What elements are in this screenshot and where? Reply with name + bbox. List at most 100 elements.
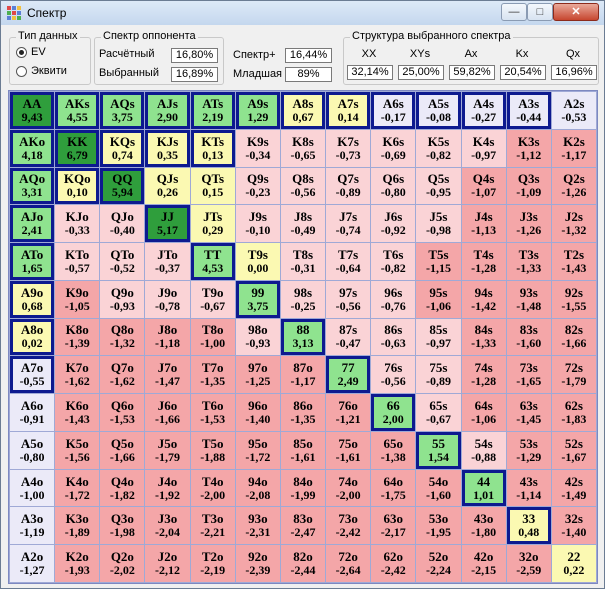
hand-cell[interactable]: 52s -1,67 [551, 431, 596, 469]
hand-cell[interactable]: J9s -0,10 [235, 205, 280, 243]
hand-cell[interactable]: Q2s -1,26 [551, 167, 596, 205]
hand-cell[interactable]: A6s -0,17 [371, 92, 416, 129]
hand-cell[interactable]: 54s -0,88 [461, 431, 506, 469]
hand-cell[interactable]: K6s -0,69 [371, 129, 416, 167]
hand-cell[interactable]: 93o -2,31 [235, 507, 280, 545]
hand-cell[interactable]: T9o -0,67 [190, 280, 235, 318]
hand-cell[interactable]: 72o -2,64 [326, 545, 371, 582]
hand-cell[interactable]: AQs 3,75 [100, 92, 145, 129]
hand-cell[interactable]: J3s -1,26 [506, 205, 551, 243]
hand-cell[interactable]: Q7o -1,62 [100, 356, 145, 394]
hand-cell[interactable]: AJs 2,90 [145, 92, 190, 129]
hand-cell[interactable]: T5s -1,15 [416, 243, 461, 280]
hand-cell[interactable]: J5o -1,79 [145, 431, 190, 469]
hand-cell[interactable]: 32o -2,59 [506, 545, 551, 582]
hand-cell[interactable]: KTs 0,13 [190, 129, 235, 167]
hand-cell[interactable]: 75o -1,61 [326, 431, 371, 469]
hand-cell[interactable]: ATo 1,65 [10, 243, 55, 280]
hand-cell[interactable]: A6o -0,91 [10, 394, 55, 431]
hand-cell[interactable]: 65o -1,38 [371, 431, 416, 469]
hand-cell[interactable]: J2s -1,32 [551, 205, 596, 243]
hand-cell[interactable]: 95o -1,72 [235, 431, 280, 469]
hand-cell[interactable]: A2s -0,53 [551, 92, 596, 129]
hand-cell[interactable]: 84o -1,99 [280, 469, 326, 507]
hand-cell[interactable]: A7s 0,14 [326, 92, 371, 129]
hand-cell[interactable]: KTo -0,57 [55, 243, 100, 280]
hand-cell[interactable]: K6o -1,43 [55, 394, 100, 431]
hand-cell[interactable]: KK 6,79 [55, 129, 100, 167]
hand-cell[interactable]: T6o -1,53 [190, 394, 235, 431]
hand-cell[interactable]: 99 3,75 [235, 280, 280, 318]
hand-cell[interactable]: A9o 0,68 [10, 280, 55, 318]
hand-cell[interactable]: QQ 5,94 [100, 167, 145, 205]
hand-cell[interactable]: Q4s -1,07 [461, 167, 506, 205]
hand-cell[interactable]: 85s -0,97 [416, 318, 461, 356]
hand-cell[interactable]: T7o -1,35 [190, 356, 235, 394]
hand-cell[interactable]: A4o -1,00 [10, 469, 55, 507]
hand-cell[interactable]: TT 4,53 [190, 243, 235, 280]
hand-cell[interactable]: 72s -1,79 [551, 356, 596, 394]
hand-cell[interactable]: J3o -2,04 [145, 507, 190, 545]
hand-cell[interactable]: 98o -0,93 [235, 318, 280, 356]
hand-cell[interactable]: 54o -1,60 [416, 469, 461, 507]
hand-cell[interactable]: J7s -0,74 [326, 205, 371, 243]
hand-cell[interactable]: AKo 4,18 [10, 129, 55, 167]
hand-cell[interactable]: A2o -1,27 [10, 545, 55, 582]
hand-cell[interactable]: 42s -1,49 [551, 469, 596, 507]
hand-cell[interactable]: 65s -0,67 [416, 394, 461, 431]
hand-cell[interactable]: K8o -1,39 [55, 318, 100, 356]
hand-cell[interactable]: 94o -2,08 [235, 469, 280, 507]
hand-cell[interactable]: 85o -1,61 [280, 431, 326, 469]
hand-cell[interactable]: K8s -0,65 [280, 129, 326, 167]
hand-cell[interactable]: 76o -1,21 [326, 394, 371, 431]
hand-cell[interactable]: T2s -1,43 [551, 243, 596, 280]
hand-cell[interactable]: T4s -1,28 [461, 243, 506, 280]
hand-cell[interactable]: A5o -0,80 [10, 431, 55, 469]
hand-cell[interactable]: J4s -1,13 [461, 205, 506, 243]
hand-cell[interactable]: 66 2,00 [371, 394, 416, 431]
hand-cell[interactable]: T5o -1,88 [190, 431, 235, 469]
hand-cell[interactable]: 63o -2,17 [371, 507, 416, 545]
hand-cell[interactable]: T3s -1,33 [506, 243, 551, 280]
hand-cell[interactable]: Q5o -1,66 [100, 431, 145, 469]
hand-cell[interactable]: 32s -1,40 [551, 507, 596, 545]
hand-cell[interactable]: KQs 0,74 [100, 129, 145, 167]
hand-cell[interactable]: JTo -0,37 [145, 243, 190, 280]
hand-cell[interactable]: A4s -0,27 [461, 92, 506, 129]
hand-cell[interactable]: 63s -1,45 [506, 394, 551, 431]
hand-cell[interactable]: AA 9,43 [10, 92, 55, 129]
hand-cell[interactable]: 22 0,22 [551, 545, 596, 582]
hand-cell[interactable]: Q8o -1,32 [100, 318, 145, 356]
hand-cell[interactable]: QTo -0,52 [100, 243, 145, 280]
hand-cell[interactable]: J4o -1,92 [145, 469, 190, 507]
hand-cell[interactable]: Q2o -2,02 [100, 545, 145, 582]
hand-cell[interactable]: 95s -1,06 [416, 280, 461, 318]
hand-cell[interactable]: 73o -2,42 [326, 507, 371, 545]
radio-equity-dot[interactable] [16, 65, 27, 77]
hand-cell[interactable]: J7o -1,47 [145, 356, 190, 394]
hand-cell[interactable]: K7s -0,73 [326, 129, 371, 167]
hand-cell[interactable]: K3s -1,12 [506, 129, 551, 167]
hand-cell[interactable]: 88 3,13 [280, 318, 326, 356]
hand-cell[interactable]: 64o -1,75 [371, 469, 416, 507]
hand-cell[interactable]: 44 1,01 [461, 469, 506, 507]
hand-cell[interactable]: 43s -1,14 [506, 469, 551, 507]
radio-ev-dot[interactable] [16, 46, 27, 58]
hand-cell[interactable]: Q8s -0,56 [280, 167, 326, 205]
maximize-button[interactable]: □ [527, 3, 553, 21]
hand-cell[interactable]: Q6s -0,80 [371, 167, 416, 205]
hand-cell[interactable]: T2o -2,19 [190, 545, 235, 582]
hand-cell[interactable]: 82s -1,66 [551, 318, 596, 356]
radio-equity[interactable]: Эквити [16, 65, 67, 77]
hand-cell[interactable]: 86o -1,35 [280, 394, 326, 431]
hand-cell[interactable]: T8s -0,31 [280, 243, 326, 280]
hand-cell[interactable]: 62o -2,42 [371, 545, 416, 582]
hand-cell[interactable]: 77 2,49 [326, 356, 371, 394]
hand-cell[interactable]: A9s 1,29 [235, 92, 280, 129]
hand-cell[interactable]: 92s -1,55 [551, 280, 596, 318]
hand-cell[interactable]: 92o -2,39 [235, 545, 280, 582]
hand-cell[interactable]: K9s -0,34 [235, 129, 280, 167]
hand-cell[interactable]: 52o -2,24 [416, 545, 461, 582]
hand-cell[interactable]: QTs 0,15 [190, 167, 235, 205]
hand-cell[interactable]: T6s -0,82 [371, 243, 416, 280]
